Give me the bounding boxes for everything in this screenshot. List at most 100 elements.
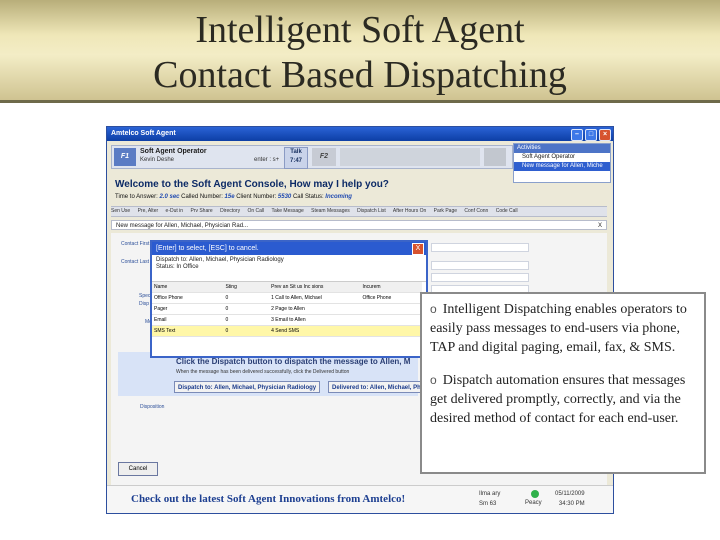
minimize-icon[interactable]: –	[571, 129, 583, 141]
talk-time: 7:47	[289, 158, 302, 164]
contact-method-table: Name Sting Prev an Sit us Inc sions Incu…	[152, 282, 422, 337]
cancel-button[interactable]: Cancel	[118, 462, 158, 476]
toolbar: Sen Use Pre, Alter e-Dut in Prv Share Di…	[111, 206, 607, 217]
form-field[interactable]	[431, 273, 529, 282]
row-prev: 3 Email to Allen	[271, 317, 306, 323]
disp-label: Disp	[139, 301, 150, 307]
spec-label: Spec	[139, 293, 151, 299]
toolbar-item[interactable]: Steam Messages	[311, 208, 350, 214]
client-number-value: 5530	[277, 194, 292, 200]
toolbar-item[interactable]: Dispatch List	[357, 208, 386, 214]
message-tab-label: New message for Allen, Michael, Physicia…	[116, 223, 249, 229]
row-inc	[360, 304, 422, 314]
close-icon[interactable]: ×	[599, 129, 611, 141]
toolbar-item[interactable]: Code Call	[496, 208, 518, 214]
callout-point: o Intelligent Dispatching enables operato…	[430, 300, 696, 357]
dispatch-select-dialog: [Enter] to select, [ESC] to cancel. X Di…	[150, 240, 428, 358]
dispatch-note: When the message has been delivered succ…	[176, 369, 350, 375]
slide-title-line-2: Contact Based Dispatching	[153, 54, 567, 96]
table-row-selected[interactable]: SMS Text 0 4 Send SMS	[152, 326, 422, 337]
dialog-close-icon[interactable]: X	[412, 243, 424, 255]
table-row[interactable]: Pager 0 2 Page to Allen	[152, 304, 422, 315]
slide-title-line-1: Intelligent Soft Agent	[195, 9, 525, 51]
row-inc	[360, 326, 422, 336]
operator-action-button[interactable]	[484, 148, 506, 166]
footer-time: 34:30 PM	[558, 501, 585, 507]
column-header: Prev an Sit us Inc sions	[271, 284, 324, 290]
operator-name: Soft Agent Operator	[140, 148, 207, 155]
footer-status-3: Peacy	[525, 500, 542, 506]
dialog-message: Dispatch to: Allen, Michael, Physician R…	[152, 255, 426, 282]
f2-button[interactable]: F2	[312, 148, 336, 166]
toolbar-item[interactable]: e-Dut in	[166, 208, 184, 214]
column-header: Sting	[225, 284, 237, 290]
activities-panel: Activities Soft Agent Operator New messa…	[513, 143, 611, 183]
bullet-icon: o	[430, 373, 437, 387]
row-prev: 4 Send SMS	[271, 328, 300, 334]
toolbar-item[interactable]: After Hours On	[393, 208, 426, 214]
toolbar-item[interactable]: Park Page	[434, 208, 457, 214]
callout-text: Dispatch automation ensures that message…	[430, 373, 686, 426]
call-info-row: Time to Answer: 2.0 sec Called Number: 1…	[115, 194, 352, 200]
window-title: Amtelco Soft Agent	[111, 130, 176, 137]
footer-datetime: 05/11/2009 34:30 PM	[555, 489, 585, 509]
row-name: Pager	[154, 306, 168, 312]
toolbar-item[interactable]: On Call	[247, 208, 264, 214]
row-sting: 0	[225, 306, 229, 312]
activity-item[interactable]: Soft Agent Operator	[514, 153, 610, 162]
delivered-button[interactable]: Delivered to: Allen, Michael, Ph	[328, 381, 425, 393]
row-inc	[360, 315, 422, 325]
footer-date: 05/11/2009	[555, 491, 585, 497]
dispatch-button[interactable]: Dispatch to: Allen, Michael, Physician R…	[174, 381, 321, 393]
contact-last-label: Contact Last	[121, 259, 150, 265]
welcome-heading: Welcome to the Soft Agent Console, How m…	[115, 179, 389, 190]
talk-label: Talk	[290, 149, 302, 155]
footer-status-2: Sm 63	[479, 501, 497, 507]
toolbar-item[interactable]: Directory	[220, 208, 240, 214]
callout-point: o Dispatch automation ensures that messag…	[430, 371, 696, 428]
time-to-answer-value: 2.0 sec	[159, 194, 180, 200]
table-row[interactable]: Email 0 3 Email to Allen	[152, 315, 422, 326]
console-footer: Check out the latest Soft Agent Innovati…	[107, 485, 613, 513]
called-number-value: 15e	[224, 194, 235, 200]
toolbar-item[interactable]: Sen Use	[111, 208, 130, 214]
feature-callout: o Intelligent Dispatching enables operato…	[420, 292, 706, 474]
toolbar-item[interactable]: Pre, Alter	[138, 208, 159, 214]
toolbar-item[interactable]: Prv Share	[190, 208, 212, 214]
window-titlebar[interactable]: Amtelco Soft Agent – □ ×	[107, 127, 613, 141]
footer-status: Ilma ary Sm 63	[479, 489, 500, 509]
dispatch-instruction: Click the Dispatch button to dispatch th…	[176, 357, 411, 366]
table-row[interactable]: Office Phone 0 1 Call to Allen, Michael …	[152, 293, 422, 304]
row-prev: 2 Page to Allen	[271, 306, 305, 312]
form-field[interactable]	[431, 243, 529, 252]
f2-panel	[340, 148, 480, 166]
row-sting: 0	[225, 317, 229, 323]
message-tab[interactable]: New message for Allen, Michael, Physicia…	[111, 220, 607, 230]
contact-first-label: Contact First	[121, 241, 150, 247]
dialog-title: [Enter] to select, [ESC] to cancel.	[156, 245, 259, 252]
maximize-icon[interactable]: □	[585, 129, 597, 141]
enter-hint: enter : s+	[254, 157, 280, 163]
footer-status-1: Ilma ary	[479, 491, 501, 497]
footer-promo[interactable]: Check out the latest Soft Agent Innovati…	[131, 493, 405, 505]
operator-sub: Kevin Deshe	[140, 157, 175, 163]
online-status-icon	[531, 490, 539, 498]
table-header: Name Sting Prev an Sit us Inc sions Incu…	[152, 282, 422, 293]
row-name: Email	[154, 317, 167, 323]
called-number-label: Called Number:	[181, 194, 223, 200]
activities-header: Activities	[514, 144, 610, 153]
tab-close-icon[interactable]: X	[598, 221, 602, 231]
activity-item-selected[interactable]: New message for Allen, Miche	[514, 162, 610, 171]
toolbar-item[interactable]: Conf Conn	[464, 208, 488, 214]
row-name: Office Phone	[154, 295, 183, 301]
dialog-message-line: Status: In Office	[156, 264, 199, 270]
talk-button[interactable]: Talk 7:47	[284, 147, 308, 169]
column-header: Name	[154, 284, 168, 290]
f1-button[interactable]: F1	[114, 148, 136, 166]
column-header: Incurem	[362, 284, 381, 290]
toolbar-item[interactable]: Take Message	[271, 208, 303, 214]
dialog-message-line: Dispatch to: Allen, Michael, Physician R…	[156, 257, 284, 263]
operator-bar: F1 Soft Agent Operator Kevin Deshe enter…	[111, 145, 513, 169]
callout-text: Intelligent Dispatching enables operator…	[430, 302, 687, 355]
form-field[interactable]	[431, 261, 529, 270]
